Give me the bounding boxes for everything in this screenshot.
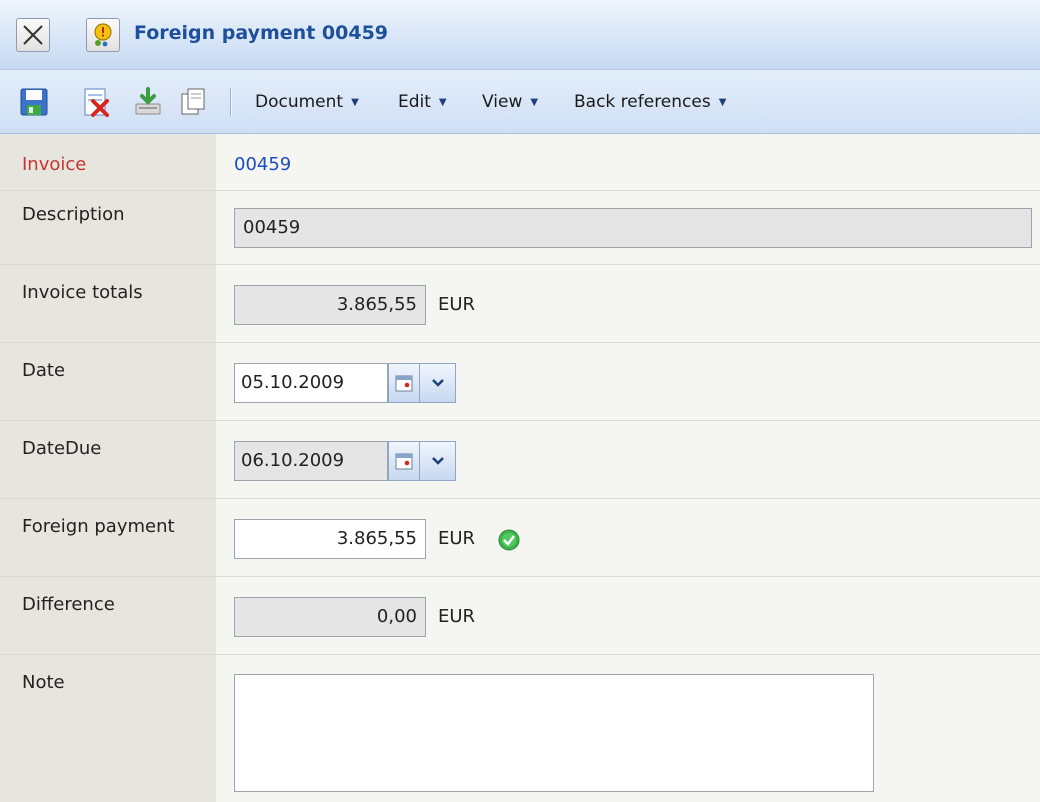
close-button[interactable]: [16, 18, 50, 52]
date-picker: 05.10.2009: [234, 363, 456, 403]
note-textarea[interactable]: [234, 674, 874, 792]
menu-back-references[interactable]: Back references ▼: [574, 92, 726, 112]
export-icon[interactable]: [132, 86, 164, 118]
dropdown-arrow-icon: ▼: [718, 96, 727, 108]
description-label: Description: [22, 204, 125, 225]
toolbar: Document ▼ Edit ▼ View ▼ Back references…: [0, 70, 1040, 134]
invoice-totals-label: Invoice totals: [22, 282, 143, 303]
check-ok-icon: [498, 529, 520, 551]
menu-view[interactable]: View ▼: [482, 92, 538, 112]
date-input[interactable]: 05.10.2009: [234, 363, 388, 403]
payment-document-icon: [94, 23, 112, 47]
menu-document-label: Document: [255, 92, 344, 112]
menu-back-references-label: Back references: [574, 92, 711, 112]
difference-currency: EUR: [438, 606, 476, 627]
row-divider: [0, 654, 1040, 655]
row-divider: [0, 498, 1040, 499]
title-bar: Foreign payment 00459: [0, 0, 1040, 70]
menu-edit[interactable]: Edit ▼: [398, 92, 447, 112]
invoice-totals-field[interactable]: 3.865,55: [234, 285, 426, 325]
row-divider: [0, 420, 1040, 421]
chevron-down-icon: [431, 379, 444, 387]
invoice-label: Invoice: [22, 154, 87, 175]
date-label: Date: [22, 360, 66, 381]
toolbar-separator: [230, 88, 232, 116]
delete-icon[interactable]: [80, 86, 112, 118]
calendar-button[interactable]: [388, 363, 420, 403]
invoice-link[interactable]: 00459: [234, 154, 291, 175]
payment-form: Invoice 00459 Description 00459 Invoice …: [0, 134, 1040, 802]
row-divider: [0, 342, 1040, 343]
date-due-label: DateDue: [22, 438, 102, 459]
note-label: Note: [22, 672, 65, 693]
date-due-input[interactable]: 06.10.2009: [234, 441, 388, 481]
dropdown-arrow-icon: ▼: [351, 96, 359, 108]
save-icon[interactable]: [18, 86, 50, 118]
foreign-payment-label: Foreign payment: [22, 516, 175, 537]
menu-view-label: View: [482, 92, 523, 112]
row-divider: [0, 264, 1040, 265]
close-x-icon: [23, 25, 43, 45]
document-icon-box: [86, 18, 120, 52]
calendar-icon: [395, 453, 413, 470]
dropdown-arrow-icon: ▼: [438, 96, 447, 108]
date-due-picker: 06.10.2009: [234, 441, 456, 481]
dropdown-arrow-icon: ▼: [530, 96, 539, 108]
calendar-icon: [395, 375, 413, 392]
row-divider: [0, 576, 1040, 577]
chevron-down-icon: [431, 457, 444, 465]
window-title: Foreign payment 00459: [134, 22, 389, 44]
row-divider: [0, 190, 1040, 191]
copy-icon[interactable]: [178, 86, 210, 118]
difference-label: Difference: [22, 594, 115, 615]
menu-document[interactable]: Document ▼: [255, 92, 359, 112]
description-field[interactable]: 00459: [234, 208, 1032, 248]
foreign-payment-field[interactable]: 3.865,55: [234, 519, 426, 559]
difference-field[interactable]: 0,00: [234, 597, 426, 637]
foreign-payment-currency: EUR: [438, 528, 476, 549]
calendar-button[interactable]: [388, 441, 420, 481]
date-due-dropdown-button[interactable]: [420, 441, 456, 481]
invoice-totals-currency: EUR: [438, 294, 476, 315]
date-dropdown-button[interactable]: [420, 363, 456, 403]
label-column: [0, 134, 216, 802]
menu-edit-label: Edit: [398, 92, 431, 112]
